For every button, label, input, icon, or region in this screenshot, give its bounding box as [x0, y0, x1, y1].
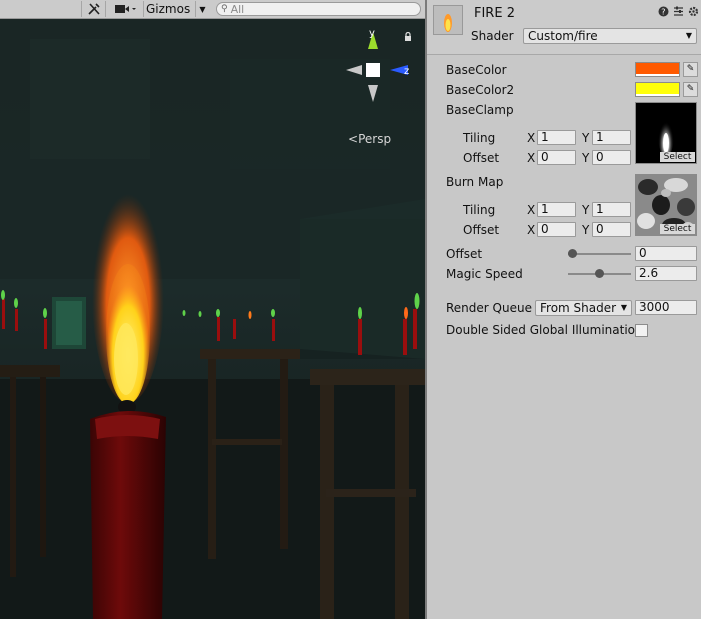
magic-speed-label: Magic Speed — [446, 267, 523, 281]
offset-value-input[interactable]: 0 — [635, 246, 697, 261]
magic-speed-slider-thumb[interactable] — [595, 269, 604, 278]
burn-map-offset-label: Offset — [463, 223, 500, 237]
scene-search-input[interactable]: ⚲ All — [216, 2, 421, 16]
burn-map-offset-y-input[interactable]: 0 — [592, 222, 631, 237]
scene-toolbar: Gizmos ▼ ⚲ All — [0, 0, 425, 19]
scene-render: y z — [0, 19, 425, 619]
material-title: FIRE 2 — [474, 6, 515, 21]
double-sided-gi-label: Double Sided Global Illumination — [446, 323, 643, 337]
x-label: X — [527, 151, 536, 165]
magic-speed-input[interactable]: 2.6 — [635, 266, 697, 281]
x-label: X — [527, 203, 536, 217]
preset-icon[interactable] — [673, 6, 684, 17]
magic-speed-slider[interactable] — [568, 269, 631, 278]
y-label: Y — [582, 151, 590, 165]
search-placeholder: All — [230, 2, 245, 16]
base-clamp-tiling-label: Tiling — [463, 131, 496, 145]
chevron-down-icon: ▼ — [685, 31, 692, 40]
offset-slider-thumb[interactable] — [568, 249, 577, 258]
lock-icon[interactable] — [403, 31, 413, 41]
render-queue-label: Render Queue — [446, 301, 532, 315]
offset-slider-label: Offset — [446, 247, 483, 261]
base-color-field[interactable] — [635, 62, 680, 77]
burn-map-texture-slot[interactable]: Select — [635, 174, 697, 236]
eyedropper-icon[interactable]: ✎ — [683, 62, 698, 77]
base-clamp-offset-label: Offset — [463, 151, 500, 165]
burn-map-label: Burn Map — [446, 175, 504, 189]
shader-dropdown[interactable]: Custom/fire ▼ — [523, 28, 697, 44]
y-label: Y — [582, 223, 590, 237]
burn-map-tiling-y-input[interactable]: 1 — [592, 202, 631, 217]
base-clamp-offset-x-input[interactable]: 0 — [537, 150, 576, 165]
burn-map-tiling-x-input[interactable]: 1 — [537, 202, 576, 217]
x-label: X — [527, 131, 536, 145]
material-preview — [433, 5, 463, 35]
base-clamp-offset-y-input[interactable]: 0 — [592, 150, 631, 165]
base-color-label: BaseColor — [446, 63, 507, 77]
base-clamp-tiling-y-input[interactable]: 1 — [592, 130, 631, 145]
search-icon: ⚲ — [221, 4, 228, 14]
inspector-panel: FIRE 2 ? Shader Custom/fire ▼ BaseColor … — [425, 0, 701, 619]
base-clamp-texture-slot[interactable]: Select — [635, 102, 697, 164]
burn-map-tiling-label: Tiling — [463, 203, 496, 217]
persp-label[interactable]: <Persp — [348, 132, 391, 146]
svg-text:z: z — [404, 66, 409, 77]
base-color2-label: BaseColor2 — [446, 83, 515, 97]
offset-slider[interactable] — [568, 249, 631, 258]
camera-icon[interactable] — [105, 1, 143, 17]
shader-label: Shader — [471, 29, 514, 43]
y-label: Y — [582, 203, 590, 217]
burn-map-select-button[interactable]: Select — [660, 224, 695, 234]
y-label: Y — [582, 131, 590, 145]
double-sided-gi-checkbox[interactable] — [635, 324, 648, 337]
gizmos-dropdown-icon[interactable]: ▼ — [195, 1, 209, 17]
burn-map-offset-x-input[interactable]: 0 — [537, 222, 576, 237]
svg-text:?: ? — [661, 8, 665, 17]
svg-text:y: y — [369, 28, 375, 39]
gizmos-button[interactable]: Gizmos — [143, 1, 195, 17]
chevron-down-icon: ▼ — [620, 303, 627, 312]
settings-gear-icon[interactable] — [688, 6, 699, 17]
persp-icon: < — [348, 132, 359, 146]
eyedropper-icon[interactable]: ✎ — [683, 82, 698, 97]
base-color2-field[interactable] — [635, 82, 680, 97]
tools-icon[interactable] — [81, 1, 105, 17]
scene-view-panel[interactable]: Gizmos ▼ ⚲ All y z <Persp — [0, 0, 425, 619]
help-icon[interactable]: ? — [658, 6, 669, 17]
material-header: FIRE 2 ? Shader Custom/fire ▼ — [427, 0, 701, 55]
x-label: X — [527, 223, 536, 237]
base-clamp-select-button[interactable]: Select — [660, 152, 695, 162]
base-clamp-label: BaseClamp — [446, 103, 514, 117]
render-queue-dropdown[interactable]: From Shader ▼ — [535, 300, 632, 316]
render-queue-input[interactable]: 3000 — [635, 300, 697, 315]
base-clamp-tiling-x-input[interactable]: 1 — [537, 130, 576, 145]
scene-viewport[interactable]: y z <Persp — [0, 19, 425, 619]
